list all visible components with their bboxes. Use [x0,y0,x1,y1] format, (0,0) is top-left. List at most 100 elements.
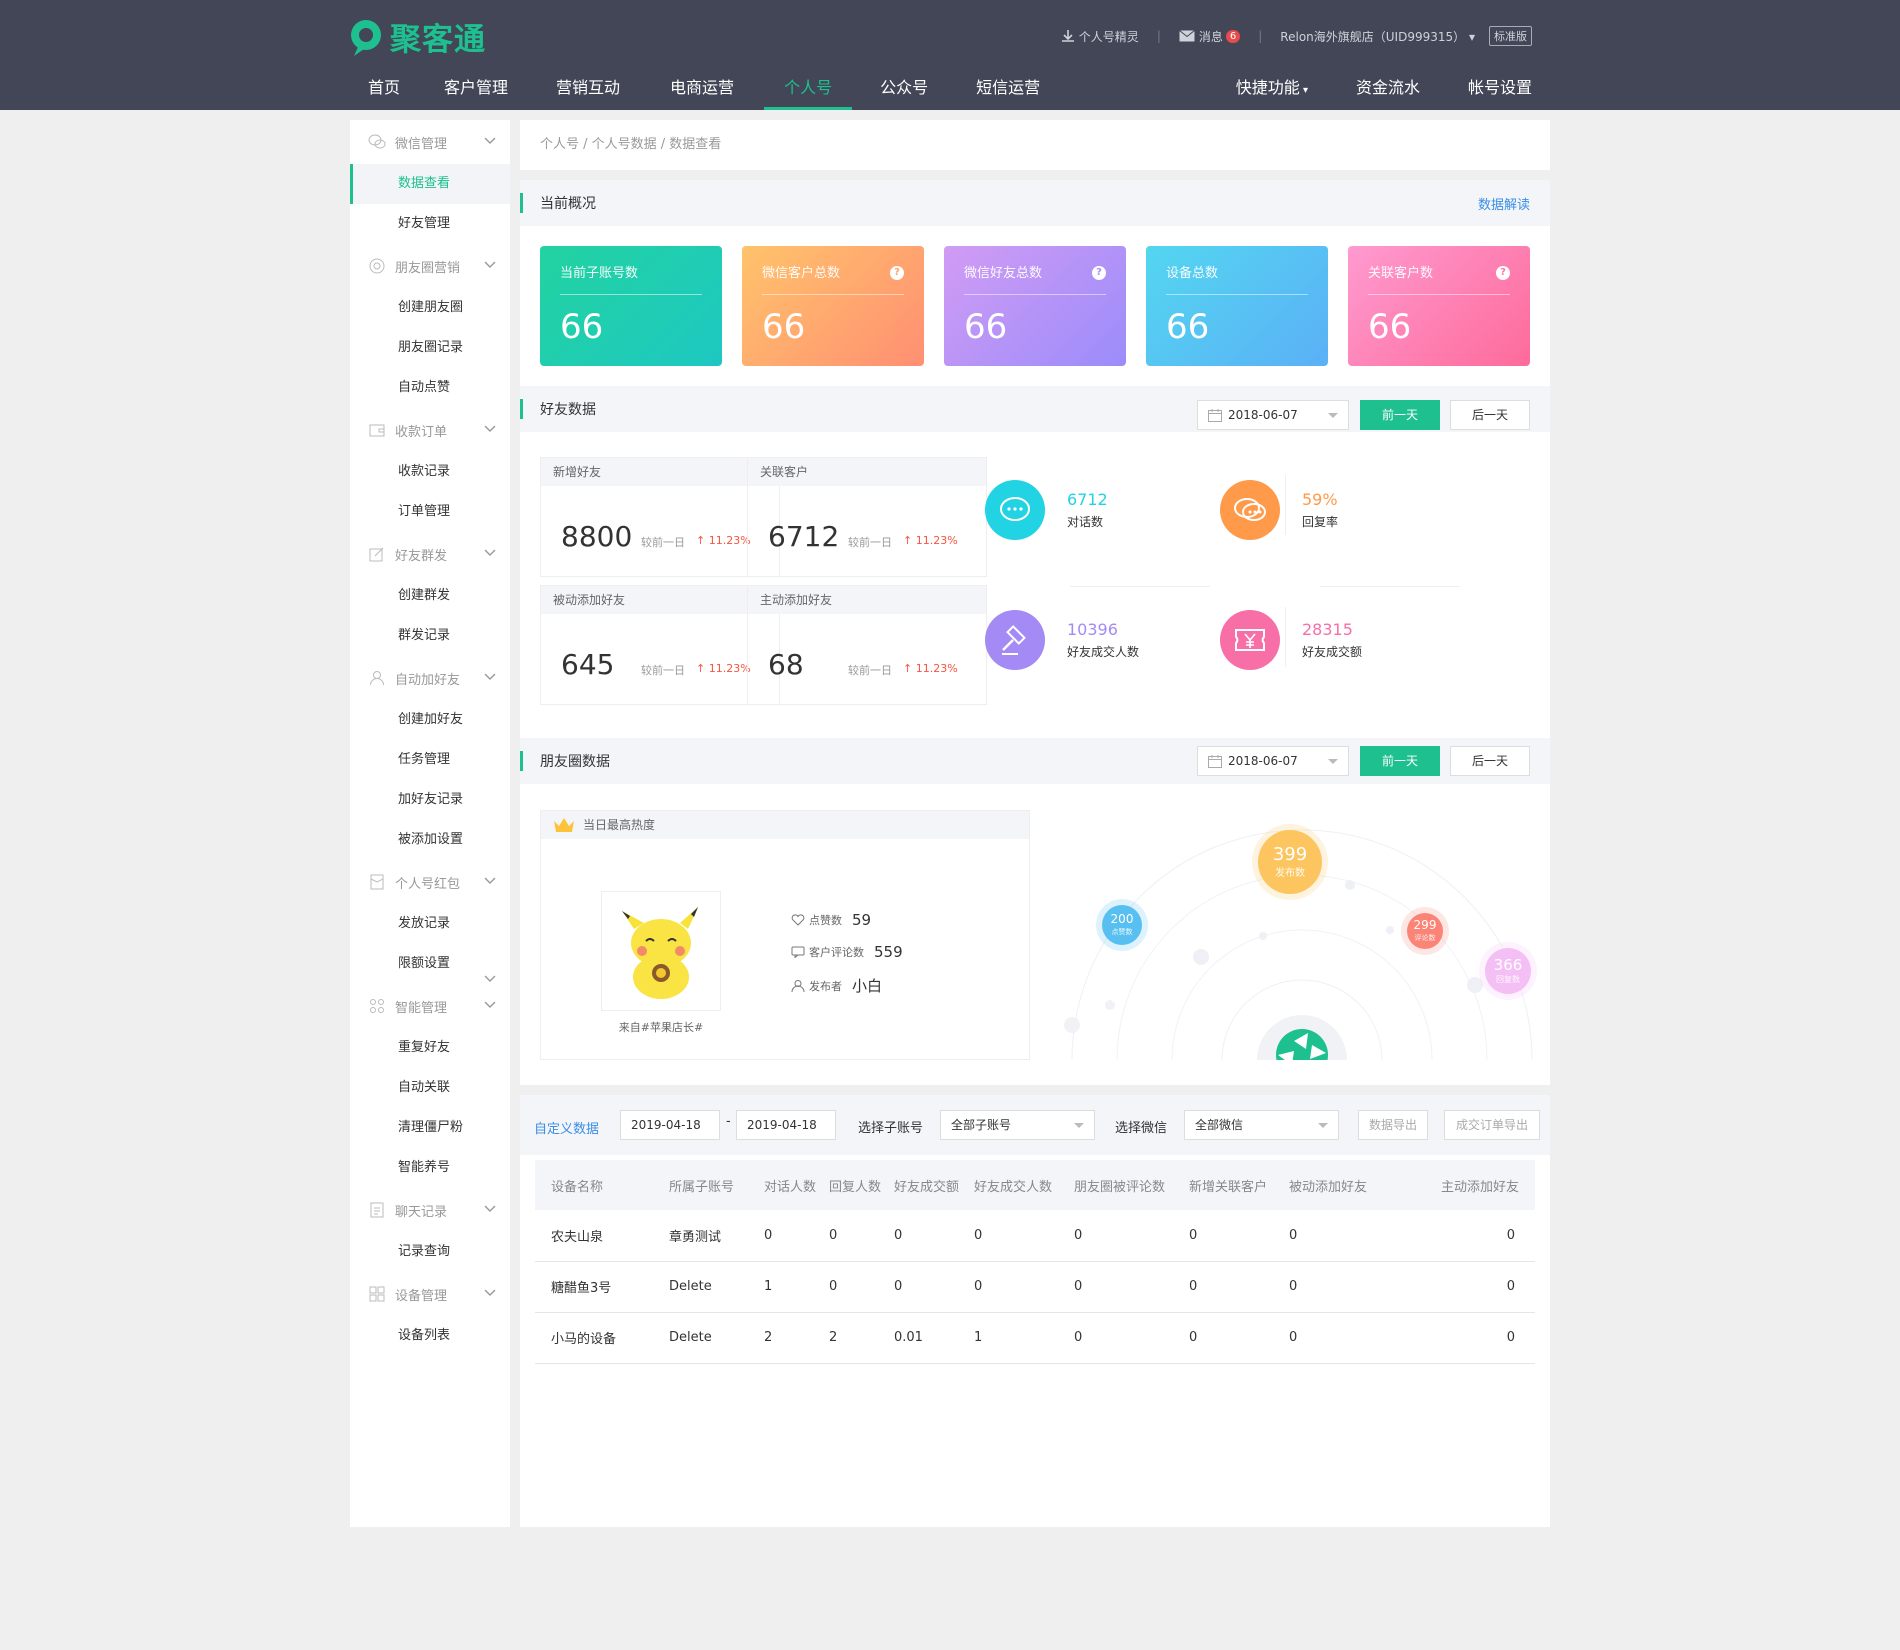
brand-logo[interactable]: 聚客通 [348,14,486,59]
sidebar-item[interactable]: 清理僵尸粉 [350,1108,510,1148]
account-dropdown[interactable]: Relon海外旗舰店（UID999315） ▾ [1280,28,1475,45]
sidebar-group[interactable]: 个人号红包 [350,860,510,904]
sidebar-group[interactable]: 微信管理 [350,120,510,164]
table-cell: 0 [890,1261,970,1313]
nav-personal[interactable]: 个人号 [764,60,853,110]
chevron-down-icon[interactable] [484,258,496,273]
nav-marketing[interactable]: 营销互动 [536,60,640,110]
nav-sms[interactable]: 短信运营 [956,60,1060,110]
sidebar-item[interactable]: 重复好友 [350,1028,510,1068]
sidebar-group[interactable]: 设备管理 [350,1272,510,1316]
nav-funds[interactable]: 资金流水 [1336,60,1440,110]
post-image[interactable] [601,891,721,1011]
smart-icon [368,997,386,1015]
card-divider [560,294,702,295]
gavel-icon [985,610,1045,670]
wechat-select[interactable]: 全部微信 [1184,1110,1339,1140]
chevron-down-icon[interactable] [484,1286,496,1301]
chevron-down-icon[interactable] [484,670,496,685]
sidebar-item[interactable]: 创建加好友 [350,700,510,740]
table-row[interactable]: 小马的设备 Delete 2 2 0.01 1 0 0 0 0 [535,1312,1535,1364]
main-content: 个人号 / 个人号数据 / 数据查看 当前概况 数据解读 当前子账号数 66 微信客… [520,120,1550,1527]
sidebar-group[interactable]: 智能管理 [350,984,510,1028]
chevron-down-icon [1318,1123,1328,1128]
sidebar-item[interactable]: 自动点赞 [350,368,510,408]
messages-link[interactable]: 消息 6 [1179,28,1241,45]
message-count-badge: 6 [1225,29,1241,43]
sidebar-group[interactable]: 聊天记录 [350,1188,510,1232]
table-cell: 0 [825,1210,890,1262]
sidebar-item[interactable]: 朋友圈记录 [350,328,510,368]
table-cell: 0 [1405,1261,1535,1313]
sidebar-item[interactable]: 任务管理 [350,740,510,780]
export-data-button[interactable]: 数据导出 [1358,1110,1428,1140]
export-orders-button[interactable]: 成交订单导出 [1444,1110,1540,1140]
date-from-input[interactable]: 2019-04-18 [620,1110,720,1140]
sidebar-group[interactable]: 好友群发 [350,532,510,576]
nav-shortcuts[interactable]: 快捷功能 ▾ [1216,60,1328,110]
messages-label: 消息 [1198,29,1223,44]
nav-customer[interactable]: 客户管理 [424,60,528,110]
chevron-down-icon[interactable] [484,546,496,561]
sidebar-group-label: 智能管理 [395,1000,448,1016]
date-to-input[interactable]: 2019-04-18 [736,1110,836,1140]
nav-ecommerce[interactable]: 电商运营 [650,60,754,110]
chevron-down-icon[interactable] [484,422,496,437]
post-source: 来自#苹果店长# [618,1021,704,1034]
nav-home[interactable]: 首页 [348,60,420,110]
divider: | [1156,29,1161,43]
sidebar-item[interactable]: 数据查看 [350,164,510,204]
sidebar-item[interactable]: 好友管理 [350,204,510,244]
download-link[interactable]: 个人号精灵 [1061,28,1139,45]
sidebar-item[interactable]: 记录查询 [350,1232,510,1272]
arrow-up-icon: ↑ [696,662,709,675]
sidebar-group[interactable]: 自动加好友 [350,656,510,700]
sidebar-item[interactable]: 自动关联 [350,1068,510,1108]
likes-row: 点赞数 59 [791,911,871,929]
next-day-button[interactable]: 后一天 [1450,400,1530,430]
overview-card: 微信好友总数 66? [944,246,1126,366]
box-value: 6712 [768,520,840,553]
chevron-down-icon[interactable] [484,874,496,889]
card-value: 66 [762,307,806,347]
chevron-down-icon[interactable] [484,1202,496,1217]
nav-account-settings[interactable]: 帐号设置 [1448,60,1532,110]
box-compare-label: 较前一日 [641,536,685,549]
metric-text: 59% 回复率 [1280,490,1338,530]
sidebar-item[interactable]: 创建朋友圈 [350,288,510,328]
sidebar-item[interactable]: 被添加设置 [350,820,510,860]
sidebar-item[interactable]: 群发记录 [350,616,510,656]
sidebar-item[interactable]: 智能养号 [350,1148,510,1188]
help-icon[interactable]: ? [1496,266,1510,280]
data-interpret-link[interactable]: 数据解读 [1478,194,1530,213]
next-day-button[interactable]: 后一天 [1450,746,1530,776]
table-cell: 0.01 [890,1312,970,1364]
prev-day-button[interactable]: 前一天 [1360,746,1440,776]
sidebar-item[interactable]: 加好友记录 [350,780,510,820]
table-cell: 0 [760,1210,825,1262]
sidebar-group[interactable]: 收款订单 [350,408,510,452]
sidebar-item[interactable]: 发放记录 [350,904,510,944]
nav-official[interactable]: 公众号 [860,60,948,110]
card-value: 66 [1368,307,1412,347]
metric-text: 28315 好友成交额 [1280,620,1362,660]
sidebar-item[interactable]: 设备列表 [350,1316,510,1356]
nav-right: 快捷功能 ▾ 资金流水 帐号设置 [1216,60,1532,110]
chevron-down-icon[interactable] [484,998,496,1013]
nav-shortcuts-label: 快捷功能 [1235,78,1300,97]
breadcrumb: 个人号 / 个人号数据 / 数据查看 [520,120,1550,180]
table-row[interactable]: 糖醋鱼3号 Delete 1 0 0 0 0 0 0 0 [535,1261,1535,1313]
prev-day-button[interactable]: 前一天 [1360,400,1440,430]
sub-account-select[interactable]: 全部子账号 [940,1110,1095,1140]
chevron-down-icon[interactable] [484,134,496,149]
sidebar-item[interactable]: 收款记录 [350,452,510,492]
section-gap [520,1085,1550,1095]
sidebar-item[interactable]: 订单管理 [350,492,510,532]
moments-date-picker[interactable]: 2018-06-07 [1197,746,1349,776]
friends-date-picker[interactable]: 2018-06-07 [1197,400,1349,430]
help-icon[interactable]: ? [890,266,904,280]
table-row[interactable]: 农夫山泉 章勇测试 0 0 0 0 0 0 0 0 [535,1210,1535,1262]
sidebar-group[interactable]: 朋友圈营销 [350,244,510,288]
sidebar-item[interactable]: 创建群发 [350,576,510,616]
help-icon[interactable]: ? [1092,266,1106,280]
